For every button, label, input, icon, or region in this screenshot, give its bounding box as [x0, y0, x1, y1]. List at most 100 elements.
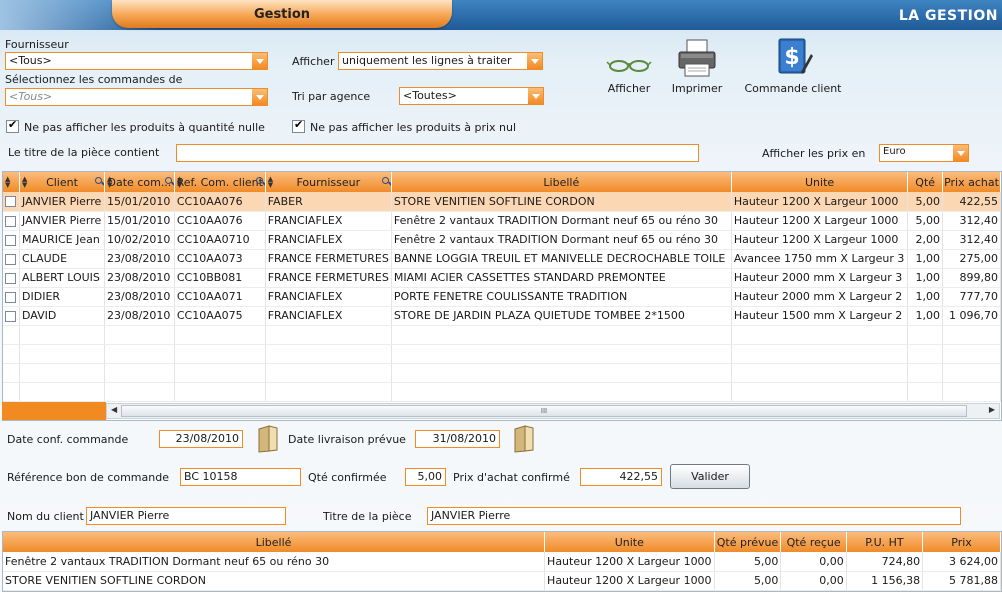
app-title: LA GESTION — [898, 8, 998, 24]
ref-cell: CC10AA075 — [174, 306, 266, 326]
search-icon[interactable] — [164, 177, 172, 184]
row-checkbox-cell[interactable] — [3, 230, 21, 250]
ref-bon-input[interactable]: BC 10158 — [180, 468, 301, 486]
commande-client-button[interactable]: $ Commande client — [738, 36, 848, 95]
scroll-thumb[interactable]: III — [121, 405, 967, 417]
column-header-prix[interactable]: Prix — [922, 532, 1001, 552]
prix-achat-cell: 1 096,70 — [942, 306, 1001, 326]
table-row[interactable]: CLAUDE 23/08/2010 CC10AA073 FRANCE FERMETUR… — [3, 249, 1001, 269]
column-header-unite[interactable]: Unite — [731, 172, 909, 192]
date-cell: 23/08/2010 — [104, 249, 175, 269]
tri-agence-select[interactable]: <Toutes> — [399, 87, 544, 105]
table-row[interactable]: DIDIER 23/08/2010 CC10AA071 FRANCIAFLEX PORT… — [3, 287, 1001, 307]
afficher-select[interactable]: uniquement les lignes à traiter — [338, 52, 543, 70]
prix-confirme-input[interactable]: 422,55 — [580, 468, 662, 486]
orders-grid[interactable]: ▲ ▼ ▲ ▼ Client ▲ ▼ Date com... ▲ ▼ Ref. Com. cl… — [2, 171, 1002, 421]
empty-cell — [391, 363, 732, 383]
commandes-select[interactable]: <Tous> — [5, 88, 268, 106]
column-header-libelle[interactable]: Libellé — [391, 172, 732, 192]
row-checkbox-cell[interactable] — [3, 192, 21, 212]
sort-icon: ▲ ▼ — [5, 175, 11, 189]
empty-cell — [907, 325, 943, 345]
row-checkbox[interactable] — [5, 291, 16, 303]
column-header-select[interactable]: ▲ ▼ — [3, 172, 21, 192]
column-header-fournisseur[interactable]: ▲ ▼ Fournisseur — [265, 172, 392, 192]
column-header-unite[interactable]: Unite — [544, 532, 715, 552]
afficher-button[interactable]: Afficher — [600, 50, 658, 95]
sort-icon: ▲ ▼ — [106, 175, 113, 189]
chevron-down-icon[interactable] — [527, 53, 542, 69]
empty-cell — [104, 344, 175, 364]
unite-cell: Hauteur 2000 mm X Largeur 2 — [731, 287, 909, 307]
column-header-client[interactable]: ▲ ▼ Client — [19, 172, 105, 192]
row-checkbox-cell[interactable] — [3, 249, 21, 269]
horizontal-scrollbar[interactable]: ◀ III ▶ — [106, 403, 1000, 419]
column-header-qte-recue[interactable]: Qté reçue — [780, 532, 847, 552]
row-checkbox[interactable] — [5, 272, 16, 284]
valider-button[interactable]: Valider — [670, 464, 750, 489]
column-header-ref[interactable]: ▲ ▼ Ref. Com. client — [174, 172, 266, 192]
qte-cell: 5,00 — [907, 211, 943, 231]
date-cell: 23/08/2010 — [104, 268, 175, 288]
column-header-qte-prevue[interactable]: Qté prévue — [714, 532, 782, 552]
table-row[interactable]: MAURICE Jean 10/02/2010 CC10AA0710 FRANCIAF… — [3, 230, 1001, 250]
row-checkbox-cell[interactable] — [3, 211, 21, 231]
fournisseur-cell: FRANCIAFLEX — [265, 211, 392, 231]
row-checkbox[interactable] — [5, 310, 16, 322]
empty-cell — [907, 344, 943, 364]
table-row[interactable]: JANVIER Pierre 15/01/2010 CC10AA076 FABER ST… — [3, 192, 1001, 212]
search-icon[interactable] — [381, 177, 389, 184]
empty-cell — [3, 325, 21, 345]
date-conf-input[interactable]: 23/08/2010 — [159, 430, 243, 448]
search-icon[interactable] — [94, 177, 102, 184]
quantite-nulle-checkbox[interactable] — [6, 118, 19, 133]
row-checkbox-cell[interactable] — [3, 268, 21, 288]
column-header-prix-achat[interactable]: Prix achat — [942, 172, 1001, 192]
prix-en-value: Euro — [883, 146, 906, 157]
empty-cell — [942, 363, 1001, 383]
libelle-cell: Fenêtre 2 vantaux TRADITION Dormant neuf… — [391, 211, 732, 231]
row-checkbox-cell[interactable] — [3, 306, 21, 326]
nom-client-input[interactable]: JANVIER Pierre — [86, 507, 286, 525]
search-icon[interactable] — [255, 177, 263, 184]
row-checkbox-cell[interactable] — [3, 287, 21, 307]
titre-piece-input[interactable]: JANVIER Pierre — [427, 507, 961, 525]
table-row[interactable]: STORE VENITIEN SOFTLINE CORDON Hauteur 12… — [3, 571, 1001, 591]
row-checkbox[interactable] — [5, 253, 16, 265]
chevron-down-icon[interactable] — [252, 53, 267, 69]
qte-confirmee-label: Qté confirmée — [308, 471, 387, 484]
column-header-qte[interactable]: Qté — [907, 172, 943, 192]
date-livraison-input[interactable]: 31/08/2010 — [415, 430, 500, 448]
row-checkbox[interactable] — [5, 196, 16, 208]
calendar-icon[interactable] — [513, 425, 535, 453]
row-checkbox[interactable] — [5, 215, 16, 227]
order-lines-grid[interactable]: Libellé Unite Qté prévue Qté reçue P.U. … — [2, 531, 1002, 592]
tab-gestion[interactable]: Gestion — [112, 0, 452, 28]
chevron-down-icon[interactable] — [953, 145, 968, 161]
column-header-date[interactable]: ▲ ▼ Date com... — [104, 172, 175, 192]
calendar-icon[interactable] — [257, 425, 279, 453]
table-row[interactable]: JANVIER Pierre 15/01/2010 CC10AA076 FRANCIA… — [3, 211, 1001, 231]
row-checkbox[interactable] — [5, 234, 16, 246]
table-row[interactable]: ALBERT LOUIS 23/08/2010 CC10BB081 FRANCE FE… — [3, 268, 1001, 288]
chevron-down-icon[interactable] — [252, 89, 267, 105]
unite-cell: Hauteur 1500 mm X Largeur 2 — [731, 306, 909, 326]
qte-confirmee-input[interactable]: 5,00 — [405, 468, 446, 486]
scroll-right-icon[interactable]: ▶ — [989, 405, 995, 414]
unite-cell: Hauteur 1200 X Largeur 1000 — [544, 571, 715, 591]
fournisseur-select[interactable]: <Tous> — [5, 52, 268, 70]
chevron-down-icon[interactable] — [528, 88, 543, 104]
scroll-left-icon[interactable]: ◀ — [111, 405, 117, 414]
date-livraison-label: Date livraison prévue — [288, 433, 406, 446]
column-header-libelle[interactable]: Libellé — [3, 532, 546, 552]
column-header-pu-ht[interactable]: P.U. HT — [846, 532, 924, 552]
ref-cell: CC10BB081 — [174, 268, 266, 288]
empty-cell — [19, 363, 105, 383]
imprimer-button[interactable]: Imprimer — [666, 38, 728, 95]
table-row[interactable]: Fenêtre 2 vantaux TRADITION Dormant neuf… — [3, 552, 1001, 572]
empty-cell — [174, 344, 266, 364]
prix-nul-checkbox[interactable] — [292, 118, 305, 133]
titre-contient-input[interactable] — [176, 144, 699, 162]
table-row[interactable]: DAVID 23/08/2010 CC10AA075 FRANCIAFLEX STORE… — [3, 306, 1001, 326]
prix-en-select[interactable]: Euro — [879, 144, 969, 162]
